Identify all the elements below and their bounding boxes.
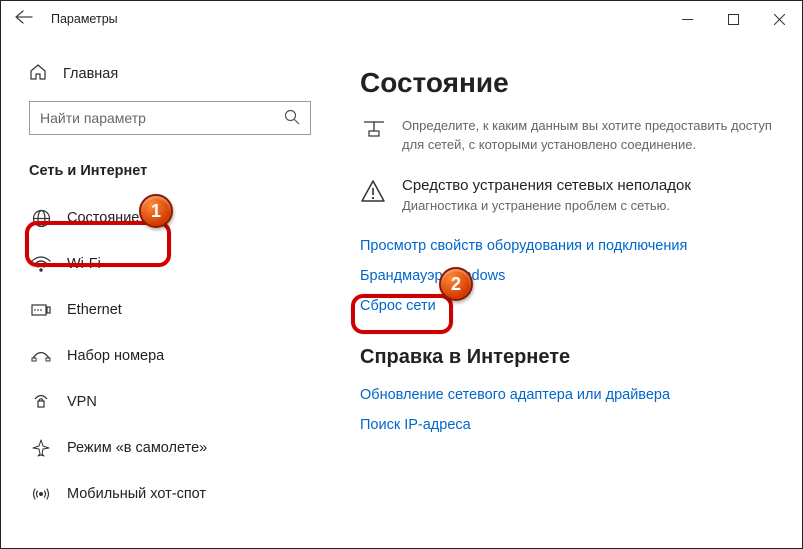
sidebar-item-label: Wi-Fi — [67, 256, 101, 272]
search-icon — [284, 109, 300, 128]
sidebar-item-ethernet[interactable]: Ethernet — [29, 287, 326, 333]
window-title: Параметры — [51, 12, 118, 26]
wifi-icon — [31, 254, 51, 274]
sidebar-item-label: Состояние — [67, 210, 139, 226]
home-icon — [29, 63, 47, 85]
maximize-button[interactable] — [710, 1, 756, 37]
link-view-properties[interactable]: Просмотр свойств оборудования и подключе… — [360, 238, 772, 254]
troubleshoot-description: Диагностика и устранение проблем с сетью… — [402, 197, 691, 216]
back-button[interactable] — [15, 10, 33, 29]
sidebar-item-label: Режим «в самолете» — [67, 440, 207, 456]
link-update-adapter[interactable]: Обновление сетевого адаптера или драйвер… — [360, 387, 772, 403]
globe-icon — [31, 208, 51, 228]
search-placeholder: Найти параметр — [40, 110, 146, 126]
sidebar-item-airplane[interactable]: Режим «в самолете» — [29, 425, 326, 471]
troubleshoot-title: Средство устранения сетевых неполадок — [402, 177, 691, 194]
sidebar-item-wifi[interactable]: Wi-Fi — [29, 241, 326, 287]
sidebar-item-vpn[interactable]: VPN — [29, 379, 326, 425]
sidebar-item-label: VPN — [67, 394, 97, 410]
sidebar-heading: Сеть и Интернет — [29, 163, 326, 179]
vpn-icon — [31, 392, 51, 412]
link-find-ip[interactable]: Поиск IP-адреса — [360, 417, 772, 433]
sidebar-item-status[interactable]: Состояние — [29, 195, 326, 241]
warning-icon — [360, 177, 388, 208]
titlebar: Параметры — [1, 1, 802, 37]
sidebar-item-hotspot[interactable]: Мобильный хот-спот — [29, 471, 326, 517]
sidebar-item-label: Мобильный хот-спот — [67, 486, 206, 502]
settings-window: Параметры Главная Найти параметр Сеть — [0, 0, 803, 549]
troubleshoot-row: Средство устранения сетевых неполадок Ди… — [360, 177, 772, 216]
airplane-icon — [31, 438, 51, 458]
sidebar: Главная Найти параметр Сеть и Интернет С… — [1, 37, 326, 549]
sidebar-home[interactable]: Главная — [29, 55, 326, 93]
ethernet-icon — [31, 300, 51, 320]
intro-row: Определите, к каким данным вы хотите пре… — [360, 117, 772, 155]
close-button[interactable] — [756, 1, 802, 37]
link-firewall[interactable]: Брандмауэр Windows — [360, 268, 772, 284]
network-status-icon — [360, 117, 388, 142]
sidebar-home-label: Главная — [63, 66, 118, 82]
page-title: Состояние — [360, 67, 772, 99]
link-network-reset[interactable]: Сброс сети — [360, 298, 772, 314]
search-input[interactable]: Найти параметр — [29, 101, 311, 135]
sidebar-item-label: Ethernet — [67, 302, 122, 318]
main-content: Состояние Определите, к каким данным вы … — [326, 37, 802, 549]
sidebar-item-label: Набор номера — [67, 348, 164, 364]
sidebar-item-dialup[interactable]: Набор номера — [29, 333, 326, 379]
minimize-button[interactable] — [664, 1, 710, 37]
hotspot-icon — [31, 484, 51, 504]
intro-description: Определите, к каким данным вы хотите пре… — [402, 117, 772, 155]
help-heading: Справка в Интернете — [360, 346, 772, 369]
dialup-icon — [31, 346, 51, 366]
